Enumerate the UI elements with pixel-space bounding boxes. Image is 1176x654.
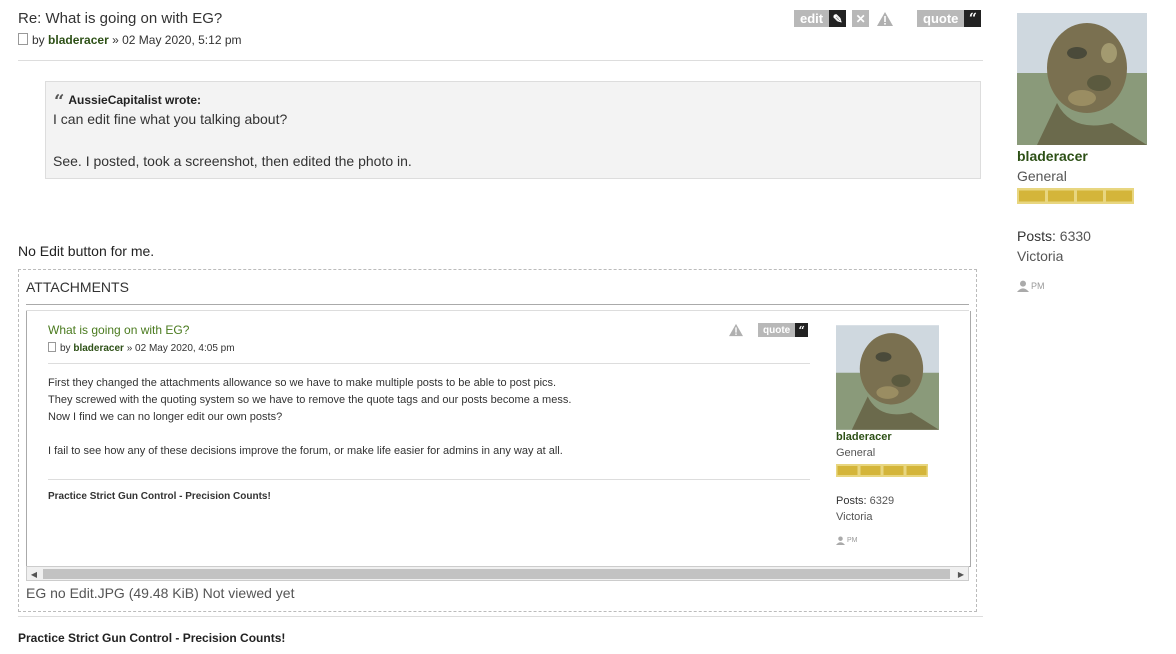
attachment-filename: EG no Edit.JPG (49.48 KiB) Not viewed ye… [26,585,295,601]
inner-line-1: First they changed the attachments allow… [48,377,557,389]
report-button[interactable] [875,10,895,27]
inner-rank-bar [836,464,928,477]
inner-divider [48,363,810,364]
inner-location: Victoria [836,511,873,523]
edit-label: edit [800,11,824,26]
attachment-image[interactable]: What is going on with EG? by bladeracer … [26,311,971,567]
quote-line-2: See. I posted, took a screenshot, then e… [53,153,412,169]
inner-posts: Posts: 6329 [836,495,894,507]
quote-line-1: I can edit fine what you talking about? [53,111,288,127]
quote-mark-icon: “ [54,91,65,112]
inner-signature: Practice Strict Gun Control - Precision … [48,491,271,502]
signature: Practice Strict Gun Control - Precision … [18,631,286,645]
delete-button[interactable]: ✕ [852,10,870,27]
pencil-icon: ✎ [829,10,847,27]
inner-line-3: Now I find we can no longer edit our own… [48,411,283,423]
location: Victoria [1017,248,1064,264]
inner-pm-label: PM [847,537,858,544]
scroll-right-arrow-icon[interactable]: ▶ [954,568,968,580]
inner-post-body: First they changed the attachments allow… [48,375,571,460]
close-icon: ✕ [855,11,866,26]
post-body: No Edit button for me. [18,243,155,259]
attachments-divider [26,304,969,305]
inner-quote-label: quote [763,324,791,336]
inner-quote-button: quote “ [758,323,809,337]
post-divider [18,60,983,61]
edit-button[interactable]: edit ✎ [794,10,847,27]
inner-by-label: by [60,343,71,354]
inner-rank: General [836,447,876,459]
quote-buttons: quote “ [917,10,982,27]
quote-author: AussieCapitalist wrote: [68,93,202,107]
inner-quote-icon: “ [795,323,809,337]
inner-line-2: They screwed with the quoting system so … [48,394,572,406]
user-icon [1017,280,1029,292]
quote-button[interactable]: quote “ [917,10,982,27]
post-author-link[interactable]: bladeracer [48,33,109,47]
post-meta: by bladeracer » 02 May 2020, 5:12 pm [18,33,242,47]
scroll-left-arrow-icon[interactable]: ◀ [27,568,41,580]
pm-button[interactable]: PM [1017,280,1045,292]
inner-post-date: » 02 May 2020, 4:05 pm [126,343,235,354]
post-buttons: edit ✎ ✕ [794,10,895,27]
inner-posts-label: Posts: [836,495,867,507]
post-icon[interactable] [18,33,28,45]
quote-label: quote [923,11,959,26]
quote-icon: “ [964,10,982,27]
quote-cite: “AussieCapitalist wrote: [54,91,201,112]
by-label: by [32,33,45,47]
inner-warning-icon [729,323,743,337]
pm-label: PM [1031,281,1045,291]
signature-divider [18,616,983,617]
posts-link[interactable]: 6330 [1060,228,1091,244]
attachments-title: ATTACHMENTS [26,279,129,295]
inner-buttons: quote “ [728,323,809,337]
post-date: » 02 May 2020, 5:12 pm [112,33,242,47]
inner-line-5: I fail to see how any of these decisions… [48,445,563,457]
rank-title: General [1017,168,1067,184]
avatar[interactable] [1017,13,1147,145]
warning-icon [877,11,894,26]
inner-post-icon [48,342,56,352]
inner-avatar [836,325,939,430]
inner-post-title: What is going on with EG? [48,323,190,337]
quote-block: “AussieCapitalist wrote: I can edit fine… [45,81,981,179]
scroll-thumb[interactable] [43,569,950,579]
inner-post-meta: by bladeracer » 02 May 2020, 4:05 pm [48,342,235,354]
inner-user-icon [836,536,845,545]
posts-label: Posts: [1017,228,1056,244]
attachments-box: ATTACHMENTS What is going on with EG? by… [18,269,977,612]
inner-line-4 [48,426,571,443]
attachment-scrollbar[interactable]: ◀ ▶ [26,566,969,581]
inner-sig-divider [48,479,810,480]
rank-bar [1017,188,1134,204]
inner-username: bladeracer [836,431,892,443]
username-link[interactable]: bladeracer [1017,148,1088,164]
posts-count: Posts: 6330 [1017,228,1091,244]
inner-posts-count: 6329 [869,495,895,507]
inner-post-author: bladeracer [73,343,124,354]
post-title[interactable]: Re: What is going on with EG? [18,10,222,27]
inner-pm: PM [836,536,858,545]
